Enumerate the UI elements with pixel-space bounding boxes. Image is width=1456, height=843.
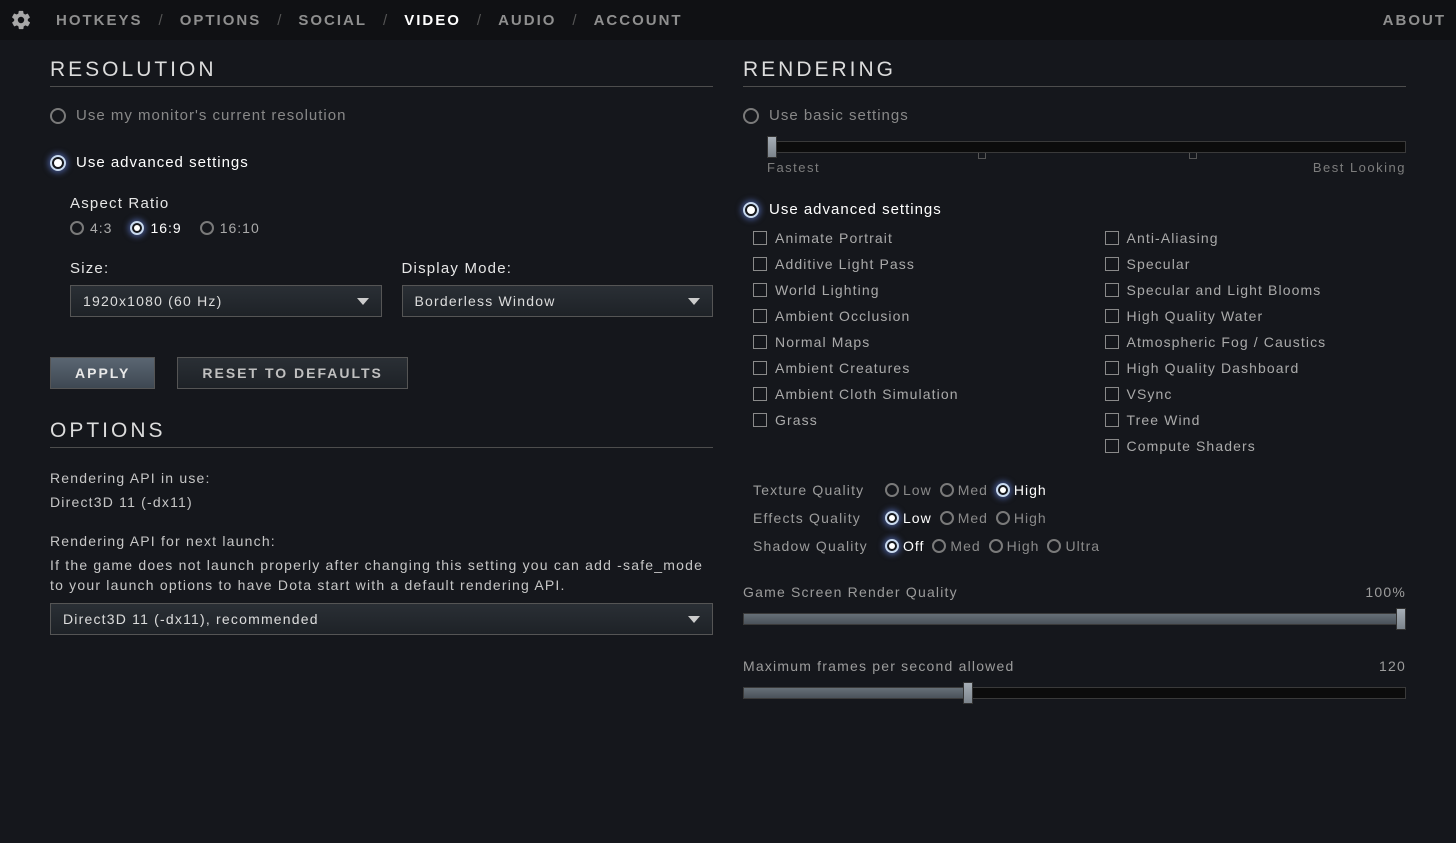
texture-quality: Texture QualityLowMedHigh: [753, 482, 1406, 498]
resolution-use-monitor[interactable]: Use my monitor's current resolution: [50, 107, 713, 124]
max-fps-slider[interactable]: [743, 682, 1406, 702]
shadow-quality-off[interactable]: Off: [885, 538, 924, 554]
rendering-use-advanced[interactable]: Use advanced settings: [743, 201, 1406, 218]
shadow-quality-high[interactable]: High: [989, 538, 1040, 554]
texture-quality-low[interactable]: Low: [885, 482, 932, 498]
max-fps-value: 120: [1379, 658, 1406, 674]
apply-button[interactable]: APPLY: [50, 357, 155, 389]
about-tab[interactable]: ABOUT: [1383, 12, 1446, 29]
toggle-anti-aliasing[interactable]: Anti-Aliasing: [1105, 230, 1407, 246]
tab-social[interactable]: SOCIAL: [294, 12, 371, 29]
toggle-grass[interactable]: Grass: [753, 412, 1055, 428]
rendering-title: RENDERING: [743, 58, 1406, 87]
api-warning: If the game does not launch properly aft…: [50, 555, 713, 596]
aspect-ratio-group: 4:3 16:9 16:10: [70, 220, 713, 236]
toggle-ambient-creatures[interactable]: Ambient Creatures: [753, 360, 1055, 376]
toggle-tree-wind[interactable]: Tree Wind: [1105, 412, 1407, 428]
toggle-vsync[interactable]: VSync: [1105, 386, 1407, 402]
tab-hotkeys[interactable]: HOTKEYS: [52, 12, 147, 29]
effects-quality-med[interactable]: Med: [940, 510, 988, 526]
effects-quality: Effects QualityLowMedHigh: [753, 510, 1406, 526]
toggle-specular-and-light-blooms[interactable]: Specular and Light Blooms: [1105, 282, 1407, 298]
aspect-ratio-4-3[interactable]: 4:3: [70, 220, 112, 236]
aspect-ratio-label: Aspect Ratio: [70, 195, 713, 212]
top-tabs: HOTKEYS/OPTIONS/SOCIAL/VIDEO/AUDIO/ACCOU…: [52, 12, 1383, 29]
effects-quality-high[interactable]: High: [996, 510, 1047, 526]
rendering-use-basic[interactable]: Use basic settings: [743, 107, 1406, 124]
reset-defaults-button[interactable]: RESET TO DEFAULTS: [177, 357, 408, 389]
settings-gear-icon[interactable]: [10, 9, 32, 31]
shadow-quality-med[interactable]: Med: [932, 538, 980, 554]
api-next-launch-dropdown[interactable]: Direct3D 11 (-dx11), recommended: [50, 603, 713, 635]
display-mode-label: Display Mode:: [402, 260, 714, 277]
basic-slider-fastest-label: Fastest: [767, 160, 820, 175]
texture-quality-high[interactable]: High: [996, 482, 1047, 498]
tab-video[interactable]: VIDEO: [400, 12, 465, 29]
shadow-quality: Shadow QualityOffMedHighUltra: [753, 538, 1406, 554]
toggle-atmospheric-fog-caustics[interactable]: Atmospheric Fog / Caustics: [1105, 334, 1407, 350]
display-mode-dropdown[interactable]: Borderless Window: [402, 285, 714, 317]
options-title: OPTIONS: [50, 419, 713, 448]
texture-quality-med[interactable]: Med: [940, 482, 988, 498]
toggle-ambient-cloth-simulation[interactable]: Ambient Cloth Simulation: [753, 386, 1055, 402]
aspect-ratio-16-10[interactable]: 16:10: [200, 220, 260, 236]
chevron-down-icon: [688, 298, 700, 305]
toggle-animate-portrait[interactable]: Animate Portrait: [753, 230, 1055, 246]
toggle-high-quality-dashboard[interactable]: High Quality Dashboard: [1105, 360, 1407, 376]
resolution-title: RESOLUTION: [50, 58, 713, 87]
effects-quality-low[interactable]: Low: [885, 510, 932, 526]
basic-quality-slider[interactable]: [767, 136, 1406, 156]
render-quality-slider[interactable]: [743, 608, 1406, 628]
tab-options[interactable]: OPTIONS: [176, 12, 266, 29]
render-quality-label: Game Screen Render Quality: [743, 584, 958, 600]
toggle-additive-light-pass[interactable]: Additive Light Pass: [753, 256, 1055, 272]
size-label: Size:: [70, 260, 382, 277]
chevron-down-icon: [688, 616, 700, 623]
toggle-compute-shaders[interactable]: Compute Shaders: [1105, 438, 1407, 454]
max-fps-label: Maximum frames per second allowed: [743, 658, 1014, 674]
shadow-quality-ultra[interactable]: Ultra: [1047, 538, 1100, 554]
basic-slider-best-label: Best Looking: [1313, 160, 1406, 175]
api-in-use-value: Direct3D 11 (-dx11): [50, 492, 713, 512]
tab-audio[interactable]: AUDIO: [494, 12, 560, 29]
chevron-down-icon: [357, 298, 369, 305]
toggle-high-quality-water[interactable]: High Quality Water: [1105, 308, 1407, 324]
aspect-ratio-16-9[interactable]: 16:9: [130, 220, 181, 236]
toggle-specular[interactable]: Specular: [1105, 256, 1407, 272]
toggle-ambient-occlusion[interactable]: Ambient Occlusion: [753, 308, 1055, 324]
toggle-world-lighting[interactable]: World Lighting: [753, 282, 1055, 298]
tab-account[interactable]: ACCOUNT: [590, 12, 687, 29]
api-next-launch-label: Rendering API for next launch:: [50, 531, 713, 551]
toggle-normal-maps[interactable]: Normal Maps: [753, 334, 1055, 350]
api-in-use-label: Rendering API in use:: [50, 468, 713, 488]
size-dropdown[interactable]: 1920x1080 (60 Hz): [70, 285, 382, 317]
resolution-use-advanced[interactable]: Use advanced settings: [50, 154, 713, 171]
render-quality-value: 100%: [1365, 584, 1406, 600]
